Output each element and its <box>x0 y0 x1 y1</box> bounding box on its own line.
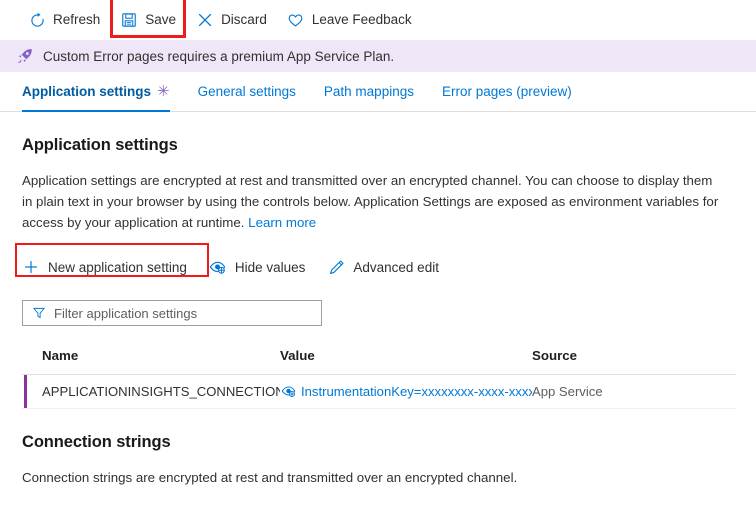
filter-icon <box>31 305 47 321</box>
leave-feedback-button[interactable]: Leave Feedback <box>277 0 422 40</box>
tab-general-settings-label: General settings <box>197 84 296 99</box>
learn-more-link[interactable]: Learn more <box>248 215 316 230</box>
setting-value-text: InstrumentationKey=xxxxxxxx-xxxx-xxxx-xx… <box>301 384 532 399</box>
setting-value-cell[interactable]: InstrumentationKey=xxxxxxxx-xxxx-xxxx-xx… <box>280 384 532 400</box>
refresh-label: Refresh <box>53 12 101 28</box>
heart-icon <box>287 11 305 29</box>
tab-error-pages[interactable]: Error pages (preview) <box>442 72 572 111</box>
show-value-eye-icon <box>280 384 296 400</box>
discard-button[interactable]: Discard <box>186 0 277 40</box>
hide-values-label: Hide values <box>234 259 306 275</box>
setting-name-cell: APPLICATIONINSIGHTS_CONNECTION_STRING <box>42 384 280 399</box>
rocket-icon <box>14 46 34 66</box>
application-settings-description: Application settings are encrypted at re… <box>22 170 722 233</box>
refresh-icon <box>28 11 46 29</box>
connection-strings-description: Connection strings are encrypted at rest… <box>22 470 518 485</box>
close-icon <box>196 11 214 29</box>
command-bar: Refresh Save Discard Leave Feedback <box>0 0 756 40</box>
application-settings-description-text: Application settings are encrypted at re… <box>22 173 719 230</box>
column-header-value: Value <box>280 348 315 363</box>
column-header-source: Source <box>532 348 578 363</box>
connection-strings-heading: Connection strings <box>22 433 171 451</box>
application-settings-table: Name Value Source APPLICATIONINSIGHTS_CO… <box>22 348 736 409</box>
plus-icon <box>22 258 40 276</box>
new-application-setting-label: New application setting <box>48 259 187 275</box>
advanced-edit-button[interactable]: Advanced edit <box>327 252 439 282</box>
settings-tabs: Application settings ✳ General settings … <box>0 72 756 112</box>
filter-application-settings-input[interactable] <box>54 305 313 321</box>
setting-source-cell: App Service <box>532 384 603 399</box>
advanced-edit-label: Advanced edit <box>353 259 439 275</box>
row-modified-accent <box>24 375 27 408</box>
hide-values-eye-icon <box>209 258 227 276</box>
banner-message: Custom Error pages requires a premium Ap… <box>43 48 395 64</box>
save-button[interactable]: Save <box>110 0 186 40</box>
unsaved-changes-asterisk-icon: ✳ <box>157 83 170 100</box>
tab-error-pages-label: Error pages (preview) <box>441 84 572 99</box>
leave-feedback-label: Leave Feedback <box>311 12 412 28</box>
table-row[interactable]: APPLICATIONINSIGHTS_CONNECTION_STRING In… <box>22 375 736 409</box>
filter-application-settings-box[interactable] <box>22 300 322 326</box>
tab-application-settings-label: Application settings <box>22 84 152 99</box>
hide-values-button[interactable]: Hide values <box>209 252 306 282</box>
discard-label: Discard <box>221 12 267 28</box>
tab-application-settings[interactable]: Application settings ✳ <box>22 72 170 112</box>
column-header-name: Name <box>42 348 79 363</box>
pencil-icon <box>327 258 345 276</box>
tab-general-settings[interactable]: General settings <box>198 72 296 111</box>
table-header-row: Name Value Source <box>22 348 736 375</box>
main-content: Application settings Application setting… <box>0 136 756 488</box>
premium-plan-banner: Custom Error pages requires a premium Ap… <box>0 40 756 72</box>
save-icon <box>120 11 138 29</box>
refresh-button[interactable]: Refresh <box>18 0 110 40</box>
settings-action-row: New application setting Hide values Adva… <box>15 243 734 282</box>
new-application-setting-button[interactable]: New application setting <box>22 252 187 282</box>
tab-path-mappings-label: Path mappings <box>323 84 414 99</box>
application-settings-heading: Application settings <box>22 136 178 154</box>
save-label: Save <box>145 12 177 28</box>
tab-path-mappings[interactable]: Path mappings <box>324 72 414 111</box>
